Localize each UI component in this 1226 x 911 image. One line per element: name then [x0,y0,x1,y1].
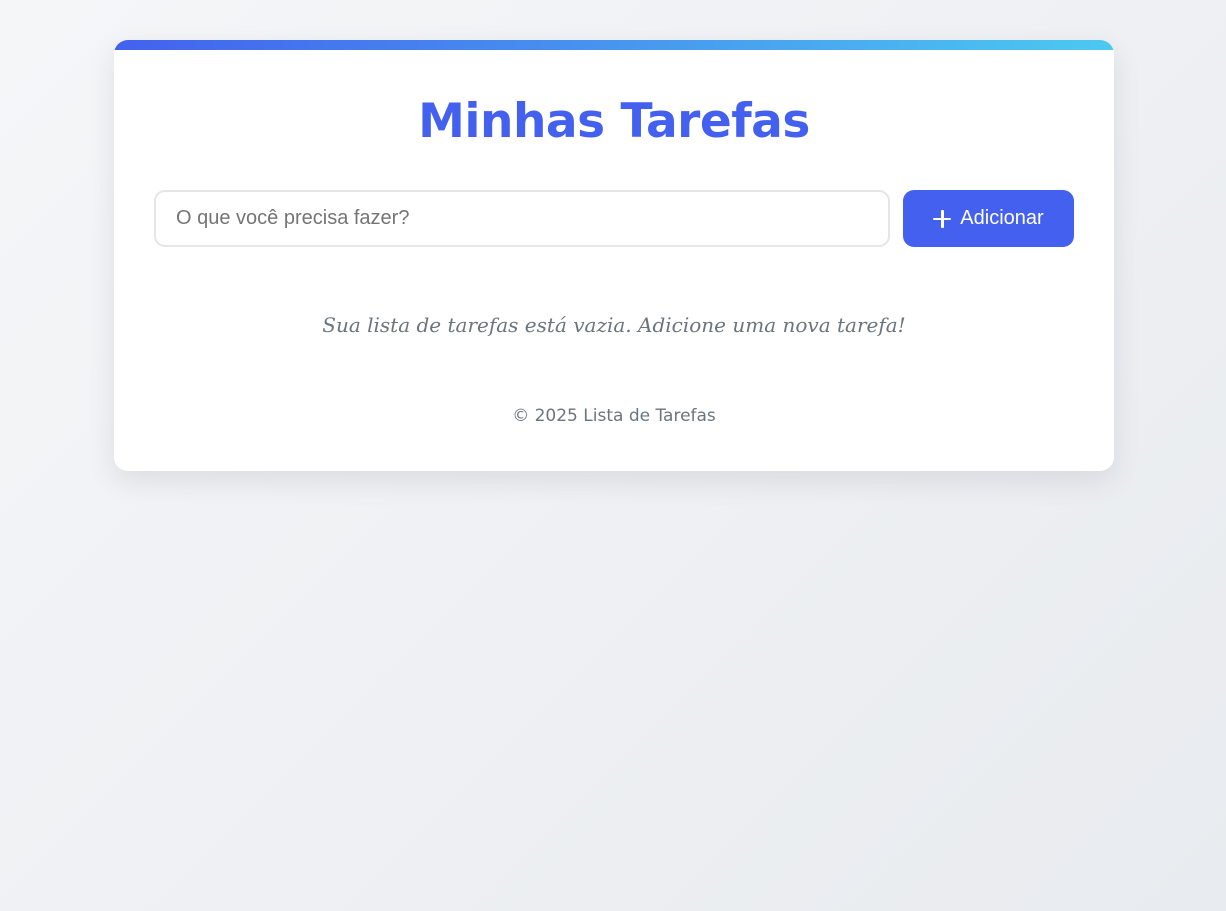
add-button-label: Adicionar [960,207,1044,229]
accent-bar [114,40,1114,50]
footer-text: © 2025 Lista de Tarefas [512,406,716,426]
plus-icon [933,209,952,228]
task-input[interactable] [154,190,890,247]
add-task-button[interactable]: Adicionar [903,190,1074,247]
page-title: Minhas Tarefas [418,94,810,149]
todo-card: Minhas Tarefas Adicionar Sua lista de ta… [114,40,1114,471]
empty-list-message: Sua lista de tarefas está vazia. Adicion… [322,313,906,337]
